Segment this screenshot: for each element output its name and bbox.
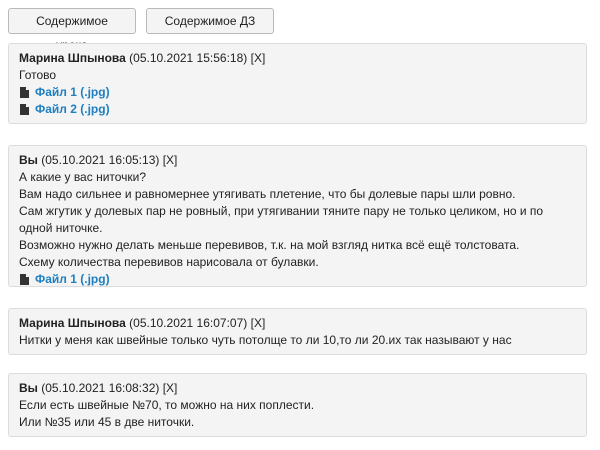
delete-message-button[interactable]: [X]: [251, 316, 266, 330]
attachment-link[interactable]: Файл 1 (.jpg): [35, 271, 110, 288]
attachment-link[interactable]: Файл 2 (.jpg): [35, 101, 110, 118]
message-text-line: Схему количества перевивов нарисовала от…: [19, 255, 319, 269]
message-timestamp: (05.10.2021 16:08:32): [41, 381, 160, 395]
delete-message-button[interactable]: [X]: [163, 381, 178, 395]
message-timestamp: (05.10.2021 16:07:07): [129, 316, 248, 330]
attachment-link[interactable]: Файл 1 (.jpg): [35, 84, 110, 101]
delete-message-button[interactable]: [X]: [251, 51, 266, 65]
message-text-line: Готово: [19, 68, 57, 82]
message-text-line: Или №35 или 45 в две ниточки.: [19, 415, 195, 429]
message-card: Вы (05.10.2021 16:05:13) [X] А какие у в…: [8, 145, 587, 287]
message-timestamp: (05.10.2021 16:05:13): [41, 153, 160, 167]
message-author: Марина Шпынова: [19, 316, 126, 330]
message-header: Вы (05.10.2021 16:05:13) [X]: [19, 152, 576, 169]
message-text-line: Возможно нужно делать меньше перевивов, …: [19, 238, 520, 252]
toolbar: Содержимое урока Содержимое ДЗ: [8, 8, 274, 52]
file-icon: [20, 104, 29, 115]
attachment[interactable]: Файл 2 (.jpg): [19, 101, 576, 118]
attachment[interactable]: Файл 1 (.jpg): [19, 271, 576, 288]
message-timestamp: (05.10.2021 15:56:18): [129, 51, 248, 65]
message-author: Вы: [19, 153, 38, 167]
message-card: Марина Шпынова (05.10.2021 15:56:18) [X]…: [8, 43, 587, 124]
delete-message-button[interactable]: [X]: [163, 153, 178, 167]
message-header: Вы (05.10.2021 16:08:32) [X]: [19, 380, 576, 397]
message-header: Марина Шпынова (05.10.2021 16:07:07) [X]: [19, 315, 576, 332]
message-card: Марина Шпынова (05.10.2021 16:07:07) [X]…: [8, 308, 587, 355]
message-author: Марина Шпынова: [19, 51, 126, 65]
file-icon: [20, 274, 29, 285]
message-text-line: А какие у вас ниточки?: [19, 170, 147, 184]
message-author: Вы: [19, 381, 38, 395]
message-text-line: Сам жгутик у долевых пар не ровный, при …: [19, 204, 544, 235]
message-text-line: Вам надо сильнее и равномернее утягивать…: [19, 187, 516, 201]
message-card: Вы (05.10.2021 16:08:32) [X] Если есть ш…: [8, 373, 587, 437]
message-text-line: Нитки у меня как швейные только чуть пот…: [19, 333, 512, 347]
lesson-content-button[interactable]: Содержимое урока: [8, 8, 136, 52]
attachment[interactable]: Файл 1 (.jpg): [19, 84, 576, 101]
message-header: Марина Шпынова (05.10.2021 15:56:18) [X]: [19, 50, 576, 67]
file-icon: [20, 87, 29, 98]
message-text-line: Если есть швейные №70, то можно на них п…: [19, 398, 315, 412]
homework-content-button[interactable]: Содержимое ДЗ: [146, 8, 274, 34]
